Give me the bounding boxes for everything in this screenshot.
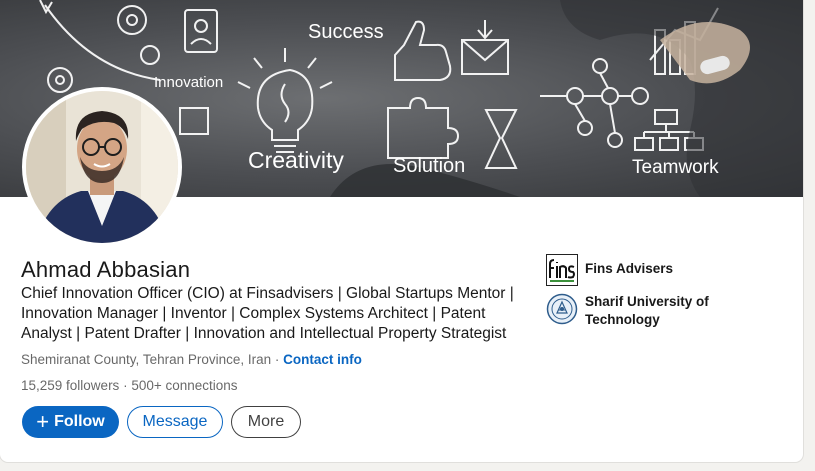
location-row: Shemiranat County, Tehran Province, Iran… — [21, 352, 362, 367]
plus-icon: + — [36, 409, 50, 434]
banner-word-innovation: Innovation — [154, 74, 223, 91]
profile-name: Ahmad Abbasian — [21, 257, 191, 282]
follow-label: Follow — [54, 413, 105, 430]
company-name: Fins Advisers — [585, 261, 674, 276]
profile-card: Success Innovation Creativity Solution T… — [0, 0, 803, 462]
profile-avatar[interactable] — [22, 87, 182, 247]
profile-headline: Chief Innovation Officer (CIO) at Finsad… — [21, 285, 514, 342]
education-sharif-university[interactable]: Sharif University of Technology — [546, 293, 735, 329]
followers-count: 15,259 followers — [21, 378, 120, 393]
banner-word-teamwork: Teamwork — [632, 157, 719, 178]
banner-word-success: Success — [308, 21, 384, 43]
contact-info-link[interactable]: Contact info — [283, 352, 362, 367]
banner-word-creativity: Creativity — [248, 147, 344, 173]
avatar-photo — [26, 91, 178, 243]
more-button[interactable]: More — [231, 406, 301, 438]
profile-location: Shemiranat County, Tehran Province, Iran — [21, 352, 272, 367]
message-button[interactable]: Message — [127, 406, 223, 438]
banner-word-solution: Solution — [393, 155, 465, 177]
school-name: Sharif University of Technology — [585, 294, 709, 327]
location-separator: · — [271, 352, 284, 367]
stats-row: 15,259 followers · 500+ connections — [21, 378, 238, 393]
sharif-university-seal-icon — [546, 293, 578, 325]
fins-logo-icon — [546, 254, 578, 286]
connections-count: 500+ connections — [131, 378, 238, 393]
follow-button[interactable]: + Follow — [22, 406, 119, 438]
current-company-fins-advisers[interactable]: Fins Advisers — [546, 254, 673, 286]
stats-separator: · — [119, 378, 132, 393]
